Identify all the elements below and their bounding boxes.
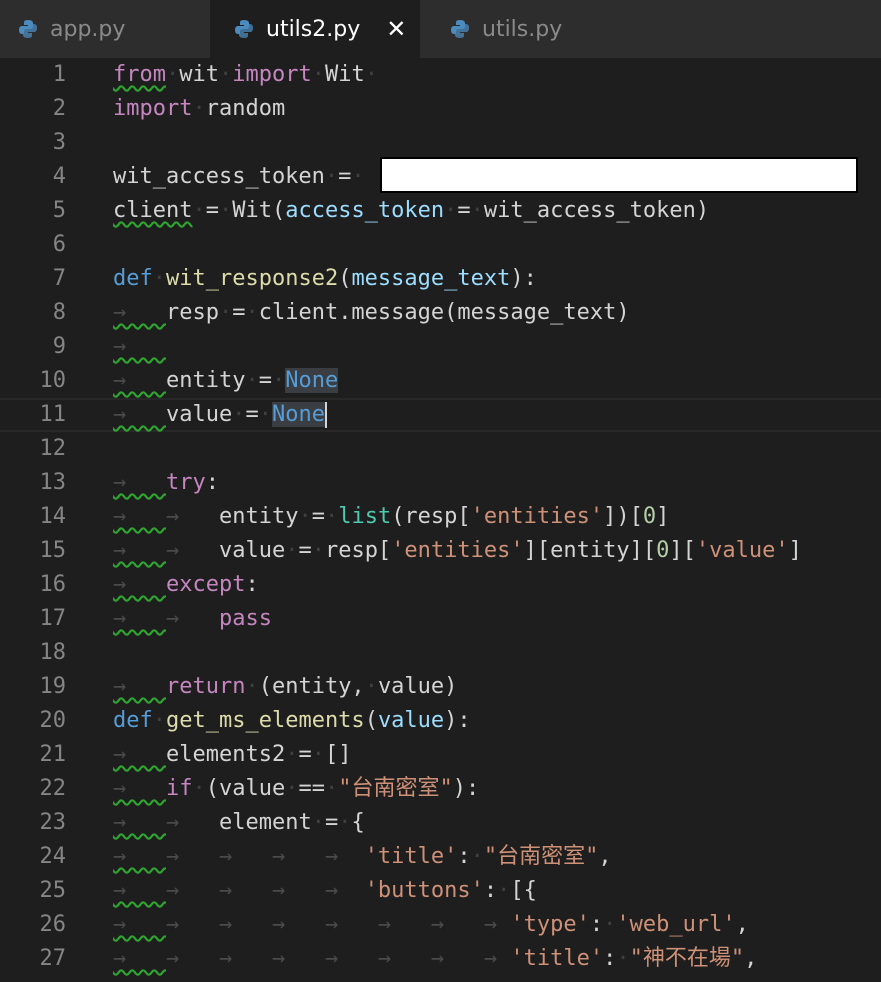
code-text[interactable]: def·wit_response2(message_text): bbox=[113, 262, 537, 296]
line-number: 6 bbox=[52, 232, 66, 257]
code-text[interactable]: → → → → → 'buttons':·[{ bbox=[113, 874, 537, 908]
tab-label: app.py bbox=[50, 16, 126, 42]
line-number: 25 bbox=[39, 878, 67, 903]
code-line[interactable]: 25 → → → → → 'buttons':·[{ bbox=[0, 874, 881, 908]
redacted-token-box bbox=[380, 157, 858, 193]
code-line[interactable]: 22 → if·(value·==·"台南密室"): bbox=[0, 772, 881, 806]
code-line[interactable]: 6 bbox=[0, 228, 881, 262]
code-text[interactable]: import·random bbox=[113, 92, 285, 126]
line-number: 27 bbox=[39, 946, 67, 971]
code-text[interactable]: → value·=·None bbox=[113, 400, 327, 430]
code-line[interactable]: 16 → except: bbox=[0, 568, 881, 602]
tab-bar: app.py utils2.py ✕ utils.py bbox=[0, 0, 881, 58]
code-text[interactable]: wit_access_token·=· bbox=[113, 160, 365, 194]
python-icon bbox=[451, 20, 469, 38]
code-text[interactable]: → entity·=·None bbox=[113, 364, 339, 398]
code-text[interactable]: client·=·Wit(access_token·=·wit_access_t… bbox=[113, 194, 709, 228]
code-text[interactable]: → resp·=·client.message(message_text) bbox=[113, 296, 630, 330]
line-number: 13 bbox=[39, 470, 67, 495]
tab-label: utils2.py bbox=[266, 16, 361, 42]
code-text[interactable]: → → → → → → → → 'type':·'web_url', bbox=[113, 908, 749, 942]
code-line[interactable]: 1 from·wit·import·Wit· bbox=[0, 58, 881, 92]
code-line[interactable]: 19 → return·(entity,·value) bbox=[0, 670, 881, 704]
code-line[interactable]: 20 def·get_ms_elements(value): bbox=[0, 704, 881, 738]
code-line[interactable]: 13 → try: bbox=[0, 466, 881, 500]
code-line[interactable]: 26 → → → → → → → → 'type':·'web_url', bbox=[0, 908, 881, 942]
line-number: 15 bbox=[39, 538, 67, 563]
line-number: 23 bbox=[39, 810, 67, 835]
tab-label: utils.py bbox=[482, 16, 563, 42]
line-number: 2 bbox=[52, 96, 66, 121]
code-text[interactable]: → return·(entity,·value) bbox=[113, 670, 457, 704]
line-number: 1 bbox=[52, 62, 66, 87]
tab-app-py[interactable]: app.py bbox=[0, 0, 206, 58]
code-line[interactable]: 21 → elements2·=·[] bbox=[0, 738, 881, 772]
code-line[interactable]: 18 bbox=[0, 636, 881, 670]
line-number: 7 bbox=[52, 266, 66, 291]
tab-utils-py[interactable]: utils.py bbox=[424, 0, 636, 58]
code-text[interactable]: → bbox=[113, 330, 166, 364]
line-number: 20 bbox=[39, 708, 67, 733]
code-text[interactable]: → elements2·=·[] bbox=[113, 738, 351, 772]
code-line[interactable]: 7 def·wit_response2(message_text): bbox=[0, 262, 881, 296]
code-text[interactable]: → → value·=·resp['entities'][entity][0][… bbox=[113, 534, 802, 568]
line-number: 19 bbox=[39, 674, 67, 699]
code-line[interactable]: 10 → entity·=·None bbox=[0, 364, 881, 398]
code-line[interactable]: 27 → → → → → → → → 'title':·"神不在場", bbox=[0, 942, 881, 976]
line-number: 3 bbox=[52, 130, 66, 155]
code-line[interactable]: 8 → resp·=·client.message(message_text) bbox=[0, 296, 881, 330]
line-number: 18 bbox=[39, 640, 67, 665]
python-icon bbox=[19, 20, 37, 38]
code-line[interactable]: 15 → → value·=·resp['entities'][entity][0… bbox=[0, 534, 881, 568]
code-line[interactable]: 17 → → pass bbox=[0, 602, 881, 636]
line-number: 12 bbox=[39, 436, 67, 461]
line-number: 26 bbox=[39, 912, 67, 937]
code-line[interactable]: 11 → value·=·None bbox=[0, 398, 881, 432]
code-text[interactable]: → → entity·=·list(resp['entities'])[0] bbox=[113, 500, 669, 534]
tab-utils2-py[interactable]: utils2.py ✕ bbox=[210, 0, 420, 58]
code-text[interactable]: def·get_ms_elements(value): bbox=[113, 704, 471, 738]
line-number: 16 bbox=[39, 572, 67, 597]
code-line[interactable]: 3 bbox=[0, 126, 881, 160]
code-text[interactable]: → try: bbox=[113, 466, 219, 500]
line-number: 22 bbox=[39, 776, 67, 801]
code-line[interactable]: 12 bbox=[0, 432, 881, 466]
line-number: 24 bbox=[39, 844, 67, 869]
close-icon[interactable]: ✕ bbox=[386, 15, 406, 43]
code-text[interactable]: → → → → → → → → 'title':·"神不在場", bbox=[113, 942, 757, 976]
code-text[interactable]: → except: bbox=[113, 568, 259, 602]
line-number: 8 bbox=[52, 300, 66, 325]
code-line[interactable]: 9 → bbox=[0, 330, 881, 364]
code-line[interactable]: 23 → → element·=·{ bbox=[0, 806, 881, 840]
line-number: 21 bbox=[39, 742, 67, 767]
python-icon bbox=[235, 20, 253, 38]
line-number: 17 bbox=[39, 606, 67, 631]
code-line[interactable]: 5 client·=·Wit(access_token·=·wit_access_… bbox=[0, 194, 881, 228]
line-number: 14 bbox=[39, 504, 67, 529]
code-text[interactable]: → → pass bbox=[113, 602, 272, 636]
line-number: 11 bbox=[39, 402, 67, 427]
line-number: 5 bbox=[52, 198, 66, 223]
code-text[interactable]: → → element·=·{ bbox=[113, 806, 365, 840]
code-line[interactable]: 14 → → entity·=·list(resp['entities'])[0] bbox=[0, 500, 881, 534]
code-line[interactable]: 24 → → → → → 'title':·"台南密室", bbox=[0, 840, 881, 874]
line-number: 9 bbox=[52, 334, 66, 359]
code-text[interactable]: from·wit·import·Wit· bbox=[113, 58, 378, 92]
code-text[interactable]: → if·(value·==·"台南密室"): bbox=[113, 772, 479, 806]
line-number: 4 bbox=[52, 164, 66, 189]
code-editor[interactable]: 1 from·wit·import·Wit· 2 import·random 3 4 wit… bbox=[0, 58, 881, 982]
code-line[interactable]: 2 import·random bbox=[0, 92, 881, 126]
line-number: 10 bbox=[39, 368, 67, 393]
code-text[interactable]: → → → → → 'title':·"台南密室", bbox=[113, 840, 612, 874]
